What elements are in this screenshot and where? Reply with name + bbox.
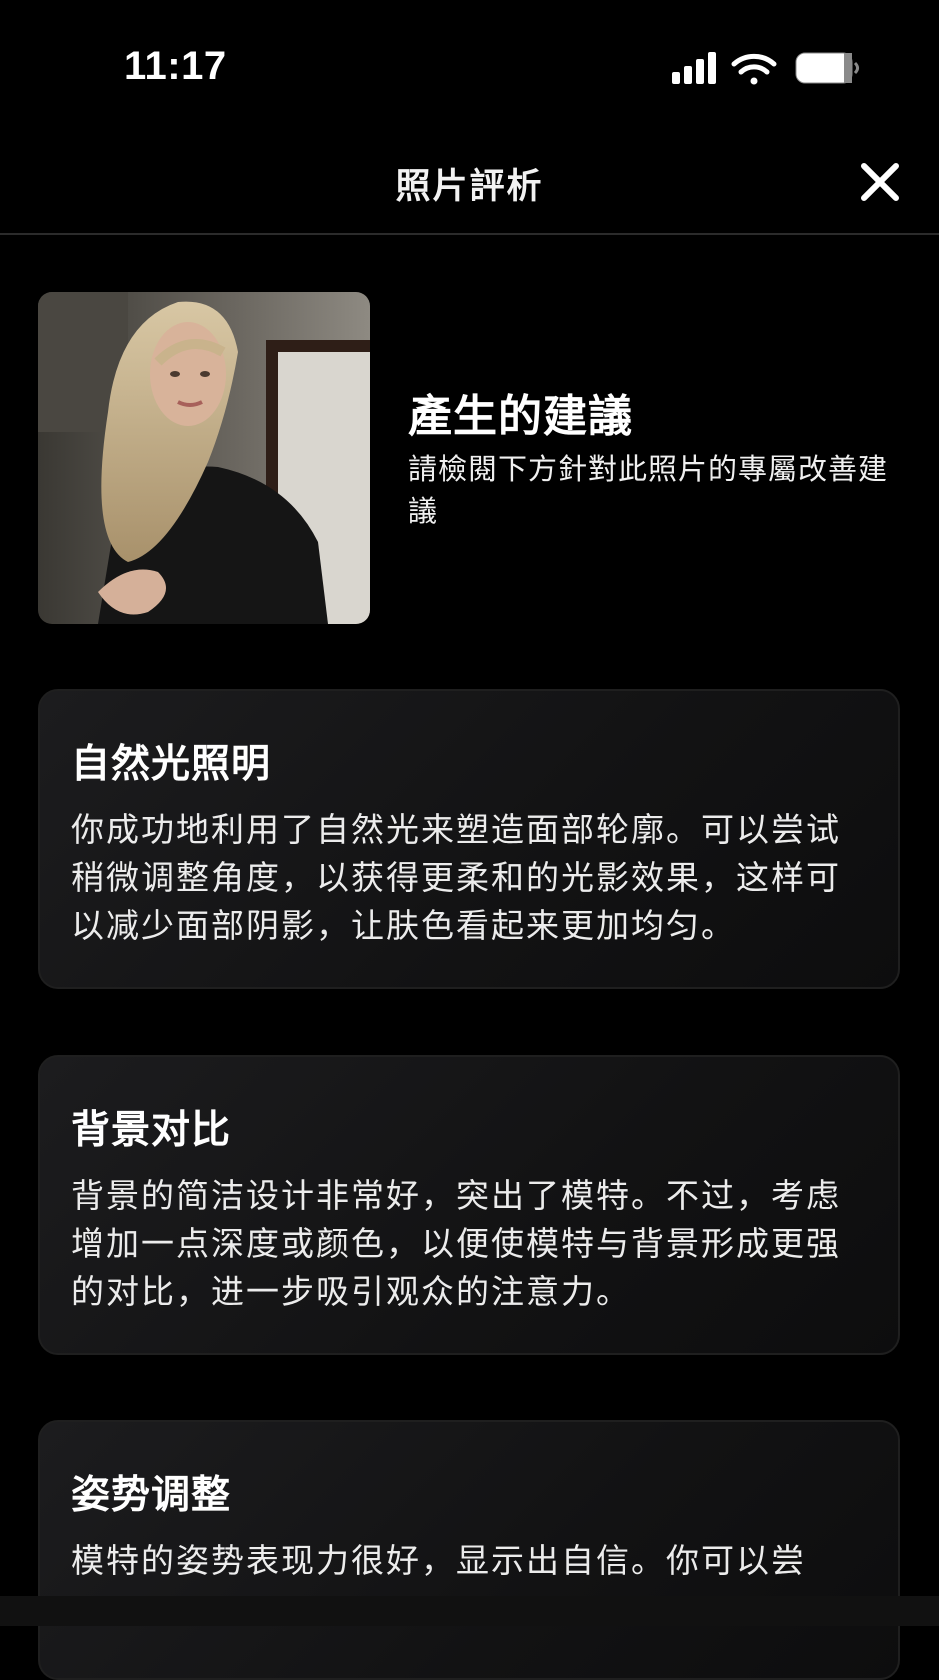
suggestion-body: 模特的姿势表现力很好，显示出自信。你可以尝 bbox=[71, 1541, 806, 1580]
close-icon[interactable] bbox=[858, 160, 902, 204]
close-button[interactable] bbox=[858, 160, 902, 204]
home-indicator-area bbox=[0, 1596, 939, 1626]
status-bar: 11:17 bbox=[0, 0, 939, 130]
wifi-icon bbox=[731, 53, 777, 85]
suggestion-card: 姿势调整 模特的姿势表现力很好，显示出自信。你可以尝 bbox=[38, 1420, 900, 1680]
suggestion-card: 背景对比 背景的简洁设计非常好，突出了模特。不过，考虑增加一点深度或颜色，以便使… bbox=[38, 1055, 900, 1355]
suggestion-body: 你成功地利用了自然光来塑造面部轮廓。可以尝试稍微调整角度，以获得更柔和的光影效果… bbox=[71, 810, 841, 945]
suggestion-title: 背景对比 bbox=[71, 1108, 232, 1153]
suggestion-title: 姿势调整 bbox=[71, 1473, 232, 1518]
battery-icon bbox=[795, 52, 859, 84]
status-time: 11:17 bbox=[124, 44, 227, 88]
suggestion-title: 自然光照明 bbox=[71, 742, 272, 787]
page-title: 照片評析 bbox=[395, 167, 544, 207]
suggestion-card: 自然光照明 你成功地利用了自然光来塑造面部轮廓。可以尝试稍微调整角度，以获得更柔… bbox=[38, 689, 900, 989]
suggestion-body: 背景的简洁设计非常好，突出了模特。不过，考虑增加一点深度或颜色，以便使模特与背景… bbox=[71, 1176, 841, 1311]
navigation-bar: 照片評析 bbox=[0, 130, 939, 235]
analyzed-photo bbox=[38, 292, 370, 624]
summary-title: 產生的建議 bbox=[408, 391, 633, 442]
signal-icon bbox=[672, 52, 716, 84]
status-icons bbox=[672, 50, 862, 90]
summary-description: 請檢閱下方針對此照片的專屬改善建議 bbox=[408, 452, 889, 528]
